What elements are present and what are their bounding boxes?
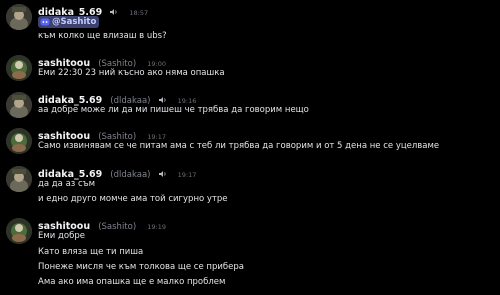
avatar[interactable] — [6, 166, 32, 192]
avatar[interactable] — [6, 55, 32, 81]
avatar[interactable] — [6, 218, 32, 244]
display-name-tag: (dldakaa) — [110, 170, 151, 180]
timestamp: 19:19 — [147, 223, 166, 231]
speaker-icon — [158, 93, 167, 105]
mention-pill[interactable]: @Sashito — [38, 16, 100, 30]
message-text: и едно друго момче ама той сигурно утре — [38, 194, 228, 204]
speaker-icon — [158, 167, 167, 179]
speaker-icon — [110, 5, 118, 17]
discord-icon — [40, 18, 50, 30]
message-text: към колко ще влизаш в ubs? — [38, 31, 167, 41]
message-text: Еми добре — [38, 231, 85, 241]
message-text: Ама ако има опашка ще е малко проблем — [38, 277, 226, 287]
avatar[interactable] — [6, 128, 32, 154]
message-text: аа добре може ли да ми пишеш че трябва д… — [38, 105, 309, 115]
message-text: да да аз съм — [38, 179, 96, 189]
timestamp: 19:16 — [177, 97, 197, 105]
timestamp: 19:17 — [147, 133, 166, 141]
timestamp: 19:17 — [177, 171, 197, 179]
avatar[interactable] — [6, 92, 32, 118]
message-text: Еми 22:30 23 ний късно ако няма опашка — [38, 68, 225, 78]
mention-text: @Sashito — [52, 17, 97, 27]
avatar[interactable] — [6, 4, 32, 30]
timestamp: 18:57 — [129, 9, 149, 17]
display-name-tag: (Sashito) — [98, 222, 137, 232]
message-text: Като вляза ще ти пиша — [38, 247, 144, 257]
timestamp: 19:00 — [147, 60, 166, 68]
message-text: Понеже мисля че към толкова ще се прибер… — [38, 262, 244, 272]
message-text: Само извинявам се че питам ама с теб ли … — [38, 141, 440, 151]
